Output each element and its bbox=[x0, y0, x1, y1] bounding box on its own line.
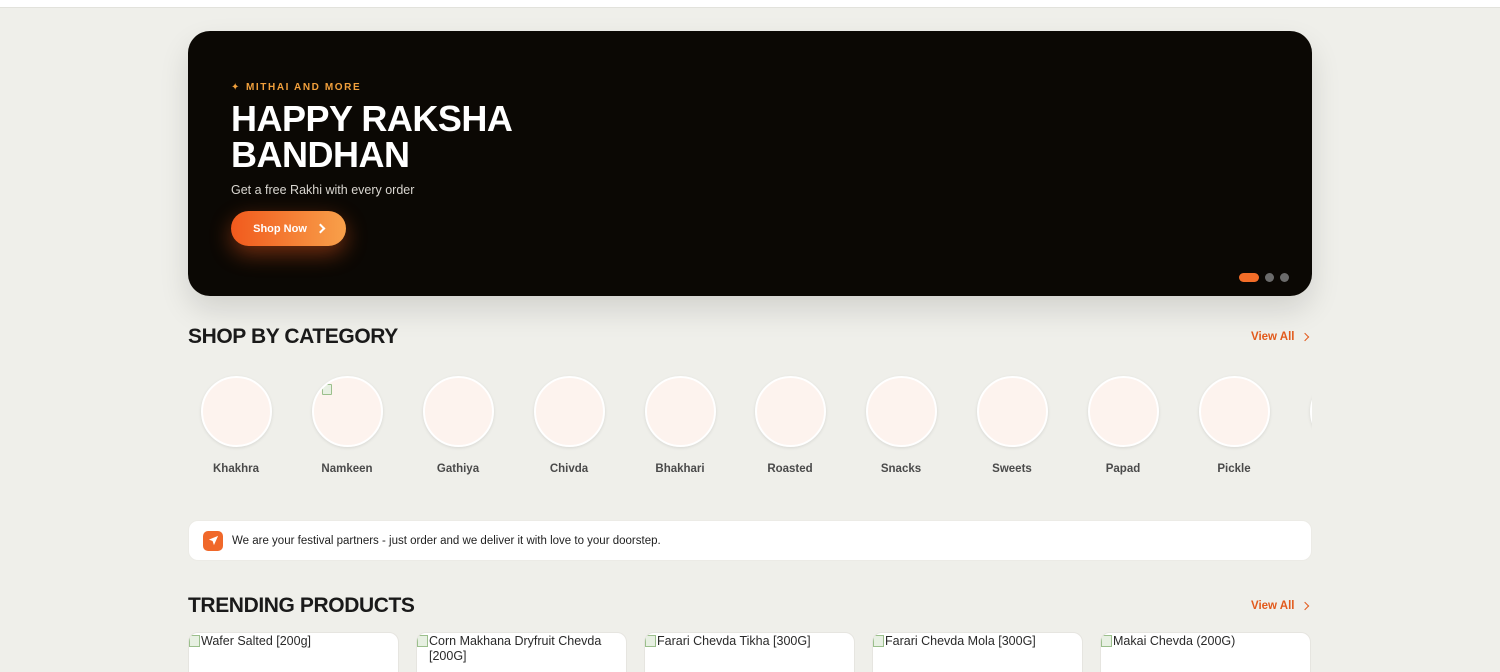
category-item-khakhra[interactable]: Khakhra bbox=[188, 370, 284, 475]
trending-products-row: Wafer Salted [200g] Corn Makhana Dryfrui… bbox=[188, 632, 1312, 672]
chevron-right-icon bbox=[1301, 332, 1310, 342]
carousel-dot-1[interactable] bbox=[1239, 273, 1259, 282]
product-card[interactable]: Wafer Salted [200g] bbox=[188, 632, 399, 672]
category-image bbox=[976, 376, 1048, 447]
category-item-papad[interactable]: Papad bbox=[1075, 370, 1171, 475]
trending-view-all-link[interactable]: View All bbox=[1251, 600, 1310, 612]
trending-products-title: TRENDING PRODUCTS bbox=[188, 594, 415, 617]
notice-text: We are your festival partners - just ord… bbox=[232, 534, 661, 547]
category-label: Khakhra bbox=[212, 463, 260, 475]
broken-image-icon bbox=[873, 635, 884, 647]
product-card[interactable]: Corn Makhana Dryfruit Chevda [200G] bbox=[416, 632, 627, 672]
product-image: Corn Makhana Dryfruit Chevda [200G] bbox=[417, 633, 626, 664]
category-item-bhakhari[interactable]: Bhakhari bbox=[632, 370, 728, 475]
category-label: Chivda bbox=[549, 463, 589, 475]
category-image bbox=[644, 376, 716, 447]
top-nav-bar bbox=[0, 0, 1500, 8]
category-carousel: Khakhra Namkeen Gathiya Chivda Bhakhari … bbox=[188, 370, 1312, 485]
category-label: Roasted bbox=[767, 463, 813, 475]
category-image bbox=[533, 376, 605, 447]
delivery-notice-banner: We are your festival partners - just ord… bbox=[188, 520, 1312, 561]
carousel-dot-3[interactable] bbox=[1280, 273, 1289, 282]
categories-view-all-link[interactable]: View All bbox=[1251, 331, 1310, 343]
hero-title: HAPPY RAKSHA BANDHAN bbox=[231, 101, 591, 173]
send-icon bbox=[203, 530, 223, 551]
category-image bbox=[422, 376, 494, 447]
category-item-partial[interactable] bbox=[1297, 370, 1312, 447]
hero-eyebrow: ✦ MITHAI AND MORE bbox=[231, 82, 361, 93]
sparkle-icon: ✦ bbox=[231, 82, 241, 93]
product-image: Farari Chevda Mola [300G] bbox=[873, 633, 1082, 649]
carousel-dots bbox=[1239, 273, 1289, 282]
product-card[interactable]: Farari Chevda Tikha [300G] bbox=[644, 632, 855, 672]
category-image bbox=[754, 376, 826, 447]
product-image-alt: Wafer Salted [200g] bbox=[201, 634, 312, 648]
product-image: Farari Chevda Tikha [300G] bbox=[645, 633, 854, 649]
product-image-alt: Farari Chevda Mola [300G] bbox=[885, 634, 1036, 648]
category-image bbox=[865, 376, 937, 447]
broken-image-icon bbox=[645, 635, 656, 647]
product-image: Wafer Salted [200g] bbox=[189, 633, 398, 649]
view-all-label: View All bbox=[1251, 331, 1295, 343]
category-image bbox=[200, 376, 272, 447]
hero-title-line1: HAPPY RAKSHA bbox=[231, 98, 513, 139]
product-card[interactable]: Farari Chevda Mola [300G] bbox=[872, 632, 1083, 672]
hero-banner: ✦ MITHAI AND MORE HAPPY RAKSHA BANDHAN G… bbox=[188, 31, 1312, 296]
category-item-sweets[interactable]: Sweets bbox=[964, 370, 1060, 475]
product-image-alt: Corn Makhana Dryfruit Chevda [200G] bbox=[429, 634, 602, 663]
view-all-label: View All bbox=[1251, 600, 1295, 612]
shop-by-category-title: SHOP BY CATEGORY bbox=[188, 325, 398, 348]
hero-eyebrow-text: MITHAI AND MORE bbox=[245, 82, 362, 93]
category-image bbox=[311, 376, 383, 447]
chevron-right-icon bbox=[315, 223, 326, 234]
category-item-gathiya[interactable]: Gathiya bbox=[410, 370, 506, 475]
category-image bbox=[1087, 376, 1159, 447]
product-card[interactable]: Makai Chevda (200G) bbox=[1100, 632, 1311, 672]
broken-image-icon bbox=[417, 635, 428, 647]
shop-now-label: Shop Now bbox=[253, 222, 307, 235]
product-image: Makai Chevda (200G) bbox=[1101, 633, 1310, 649]
hero-subtitle: Get a free Rakhi with every order bbox=[231, 183, 415, 197]
category-label: Snacks bbox=[880, 463, 922, 475]
category-image bbox=[1309, 376, 1312, 447]
category-image bbox=[1198, 376, 1270, 447]
category-item-pickle[interactable]: Pickle bbox=[1186, 370, 1282, 475]
broken-image-icon bbox=[1101, 635, 1112, 647]
category-label: Bhakhari bbox=[655, 463, 705, 475]
product-image-alt: Farari Chevda Tikha [300G] bbox=[657, 634, 811, 648]
category-label: Pickle bbox=[1217, 463, 1251, 475]
category-label: Gathiya bbox=[436, 463, 480, 475]
category-label: Namkeen bbox=[321, 463, 373, 475]
hero-title-line2: BANDHAN bbox=[231, 134, 410, 175]
category-label: Papad bbox=[1105, 463, 1141, 475]
category-item-snacks[interactable]: Snacks bbox=[853, 370, 949, 475]
category-item-namkeen[interactable]: Namkeen bbox=[299, 370, 395, 475]
product-image-alt: Makai Chevda (200G) bbox=[1113, 634, 1236, 648]
shop-now-button[interactable]: Shop Now bbox=[231, 211, 346, 246]
category-item-roasted[interactable]: Roasted bbox=[742, 370, 838, 475]
category-item-chivda[interactable]: Chivda bbox=[521, 370, 617, 475]
carousel-dot-2[interactable] bbox=[1265, 273, 1274, 282]
broken-image-icon bbox=[189, 635, 200, 647]
chevron-right-icon bbox=[1301, 601, 1310, 611]
category-label: Sweets bbox=[992, 463, 1032, 475]
